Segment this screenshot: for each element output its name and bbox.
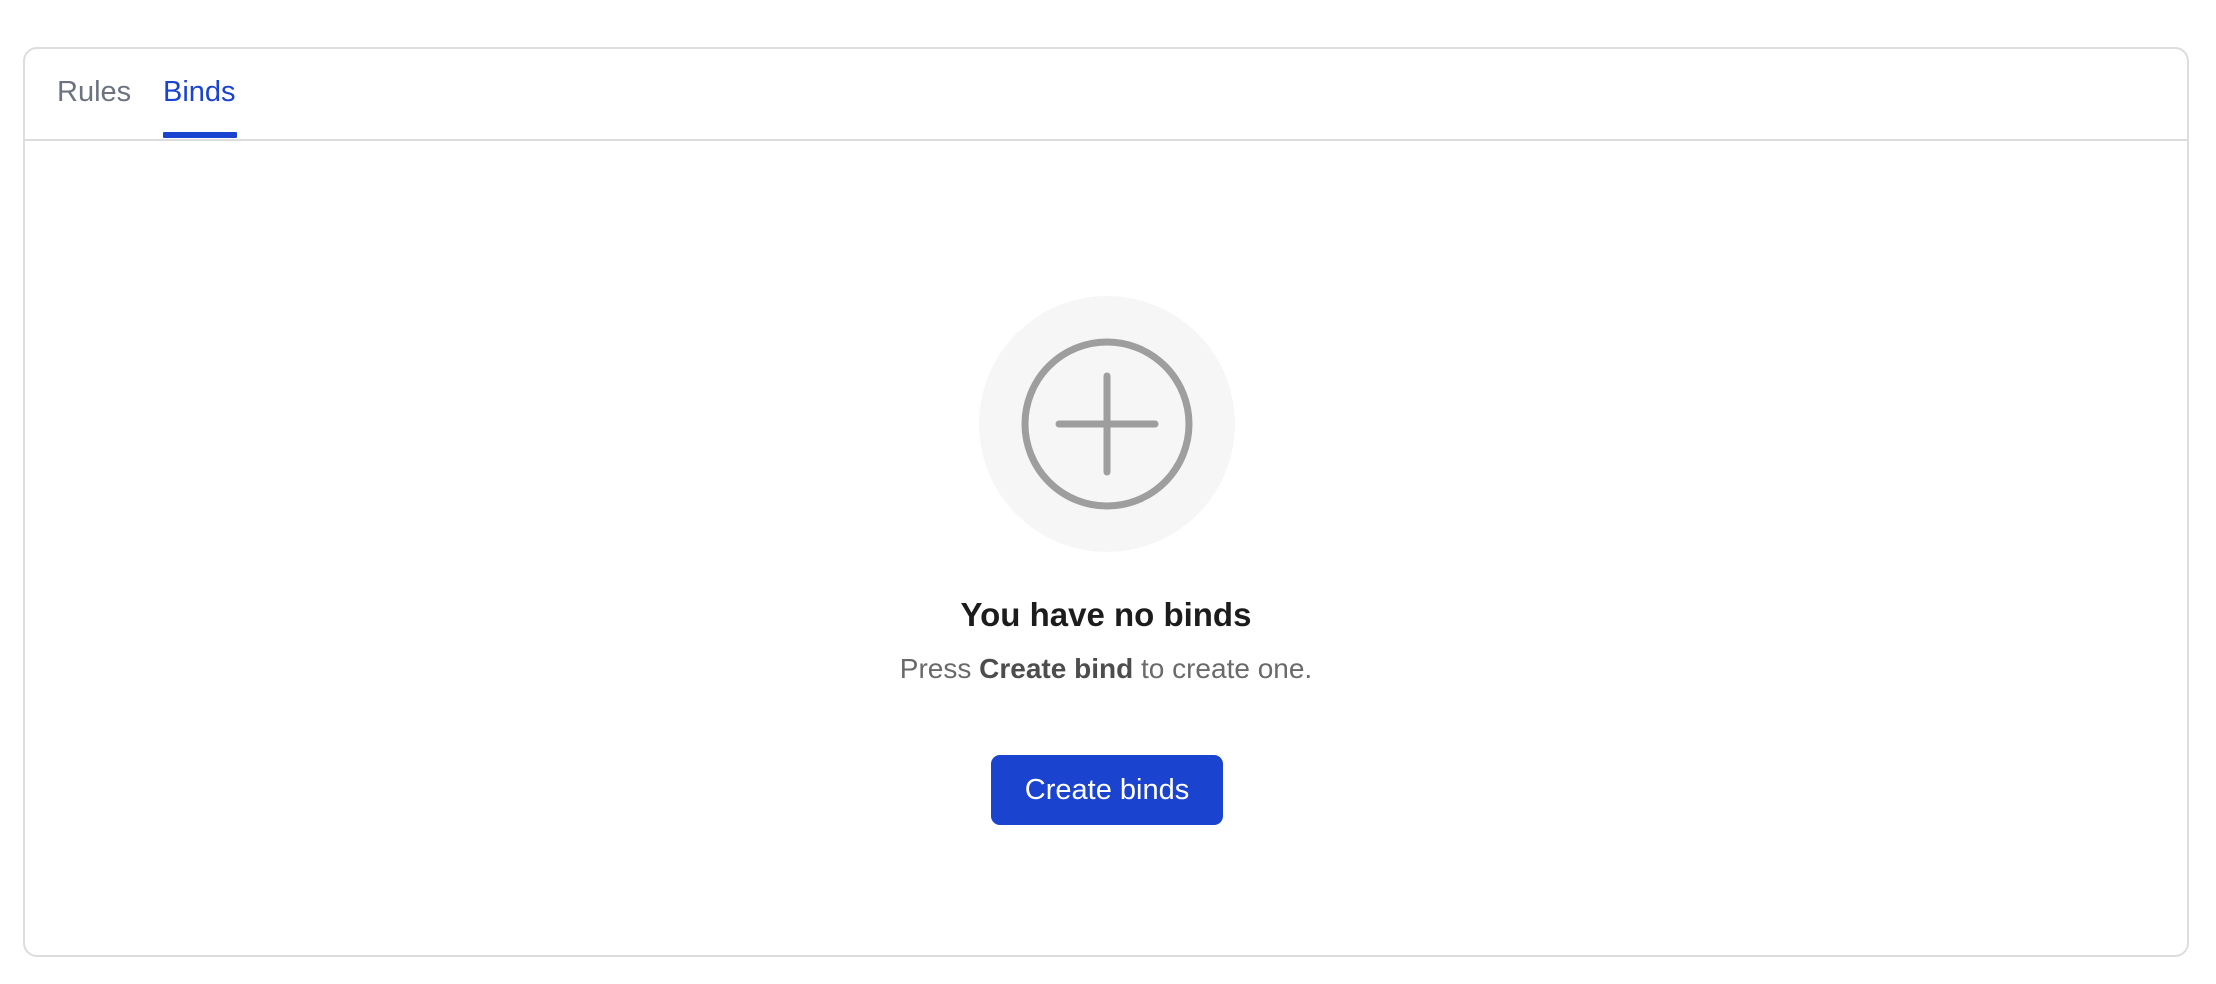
description-prefix: Press (899, 653, 980, 684)
binds-panel: Rules Binds You have no binds Press Crea… (23, 47, 2189, 957)
description-suffix: to create one. (1133, 653, 1313, 684)
tab-rules[interactable]: Rules (57, 75, 131, 109)
tab-bar: Rules Binds (25, 49, 2187, 141)
empty-state-icon-container (979, 296, 1235, 552)
plus-circle-icon (1021, 338, 1193, 510)
tab-binds[interactable]: Binds (163, 75, 236, 109)
empty-state-description: Press Create bind to create one. (25, 653, 2187, 685)
description-emphasis: Create bind (979, 653, 1134, 684)
active-tab-indicator (163, 132, 237, 138)
create-binds-button[interactable]: Create binds (991, 755, 1223, 825)
empty-state-title: You have no binds (960, 596, 1252, 633)
